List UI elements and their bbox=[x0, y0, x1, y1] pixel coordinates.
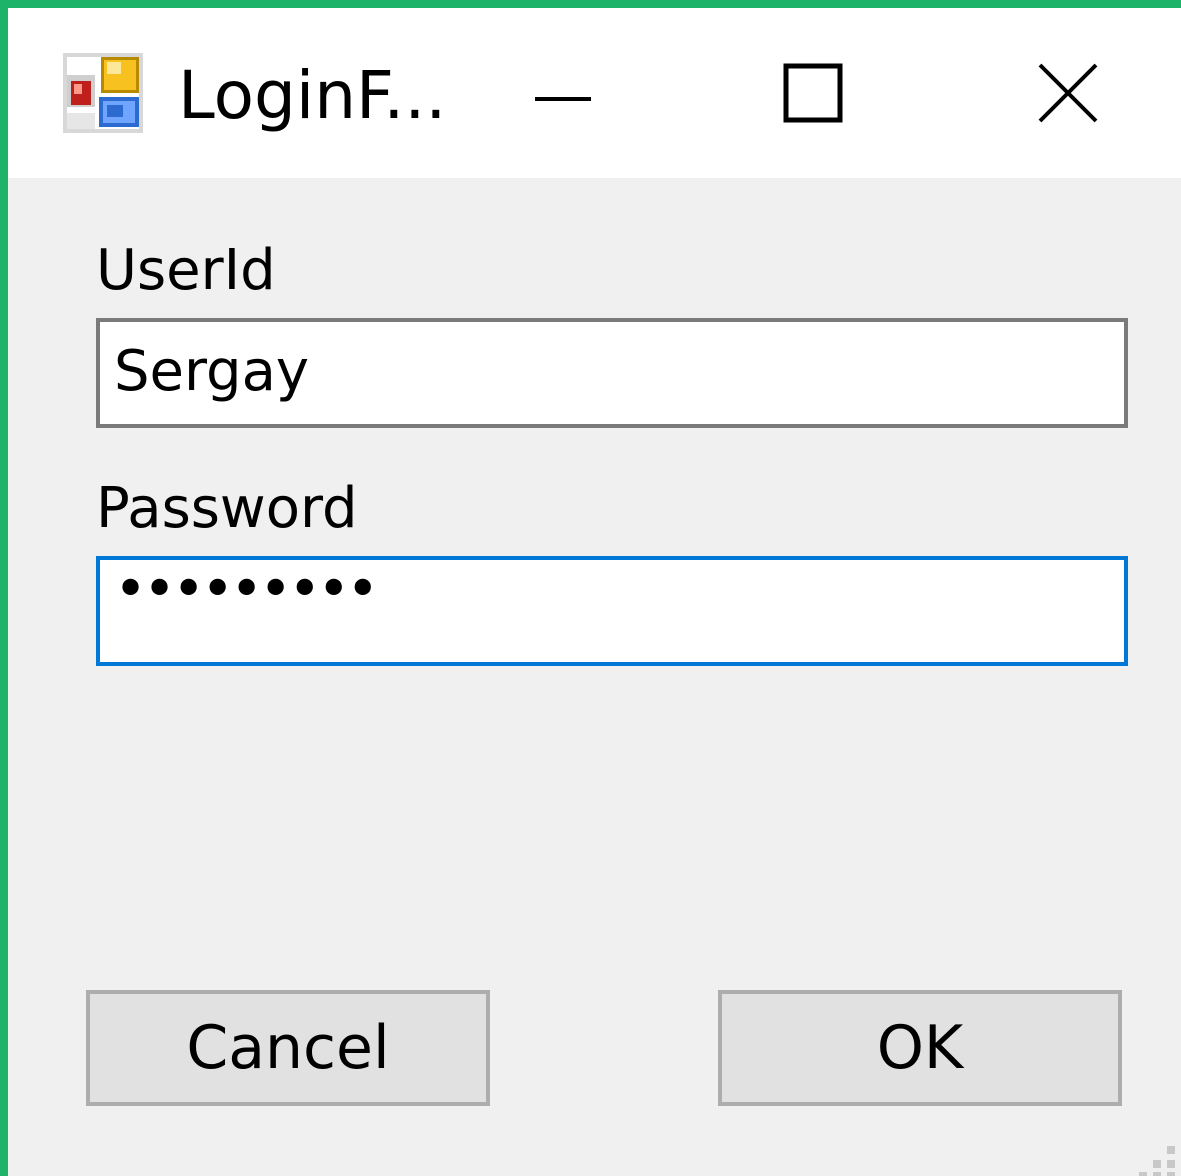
close-button[interactable] bbox=[1003, 38, 1133, 148]
resize-grip-icon[interactable] bbox=[1131, 1126, 1181, 1176]
minimize-icon bbox=[535, 97, 591, 101]
close-icon bbox=[1038, 63, 1098, 123]
winforms-app-icon bbox=[63, 53, 143, 133]
userid-label: UserId bbox=[96, 238, 276, 303]
login-window: LoginF... UserId Sergay Password •••••••… bbox=[0, 0, 1181, 1176]
cancel-button[interactable]: Cancel bbox=[86, 990, 490, 1106]
maximize-icon bbox=[783, 63, 843, 123]
password-input[interactable]: ••••••••• bbox=[96, 556, 1128, 666]
window-title: LoginF... bbox=[178, 57, 447, 134]
password-label: Password bbox=[96, 476, 358, 541]
maximize-button[interactable] bbox=[748, 38, 878, 148]
title-bar[interactable]: LoginF... bbox=[8, 8, 1181, 178]
userid-input[interactable]: Sergay bbox=[96, 318, 1128, 428]
ok-button[interactable]: OK bbox=[718, 990, 1122, 1106]
minimize-button[interactable] bbox=[498, 38, 628, 148]
